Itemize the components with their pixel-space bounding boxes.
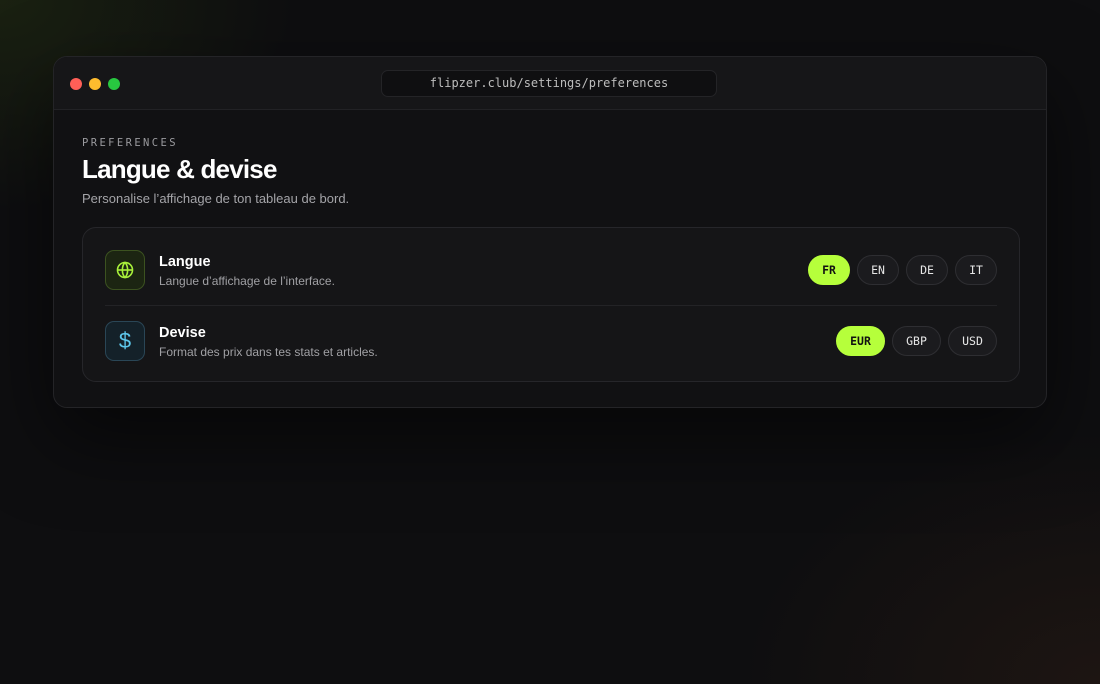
currency-setting-row: $ Devise Format des prix dans tes stats … xyxy=(105,305,997,375)
page-subtitle: Personalise l’affichage de ton tableau d… xyxy=(82,191,350,206)
section-eyebrow: PREFERENCES xyxy=(82,137,178,149)
language-option-it[interactable]: IT xyxy=(955,255,997,285)
minimize-window-button[interactable] xyxy=(89,78,101,90)
close-window-button[interactable] xyxy=(70,78,82,90)
maximize-window-button[interactable] xyxy=(108,78,120,90)
dollar-icon-glyph: $ xyxy=(118,328,132,353)
browser-titlebar: flipzer.club/settings/preferences xyxy=(54,57,1046,110)
settings-card: Langue Langue d’affichage de l’interface… xyxy=(82,227,1020,382)
currency-option-usd[interactable]: USD xyxy=(948,326,997,356)
language-setting-row: Langue Langue d’affichage de l’interface… xyxy=(105,235,997,305)
currency-option-gbp[interactable]: GBP xyxy=(892,326,941,356)
address-bar[interactable]: flipzer.club/settings/preferences xyxy=(381,70,717,97)
language-description: Langue d’affichage de l’interface. xyxy=(159,274,335,288)
language-option-en[interactable]: EN xyxy=(857,255,899,285)
language-title: Langue xyxy=(159,254,211,270)
dollar-icon: $ xyxy=(105,321,145,361)
globe-icon xyxy=(105,250,145,290)
currency-description: Format des prix dans tes stats et articl… xyxy=(159,345,378,359)
currency-options: EUR GBP USD xyxy=(836,326,997,356)
page-title: Langue & devise xyxy=(82,154,277,184)
language-option-fr[interactable]: FR xyxy=(808,255,850,285)
currency-title: Devise xyxy=(159,325,206,341)
language-options: FR EN DE IT xyxy=(808,255,997,285)
currency-option-eur[interactable]: EUR xyxy=(836,326,885,356)
page-header: PREFERENCES Langue & devise Personalise … xyxy=(82,137,1018,206)
language-option-de[interactable]: DE xyxy=(906,255,948,285)
browser-window: flipzer.club/settings/preferences PREFER… xyxy=(53,56,1047,408)
